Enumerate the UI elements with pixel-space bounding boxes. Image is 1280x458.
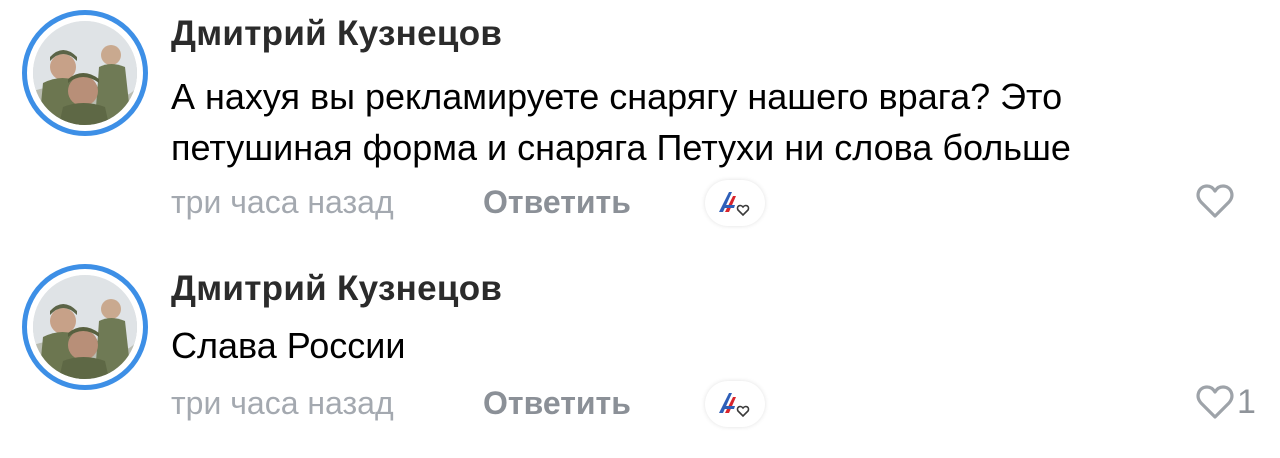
- comment-text: А нахуя вы рекламируете снарягу нашего в…: [171, 71, 1071, 173]
- avatar[interactable]: [22, 10, 148, 136]
- reaction-picker-icon: [719, 393, 750, 418]
- avatar[interactable]: [22, 264, 148, 390]
- like-button[interactable]: [1195, 183, 1235, 223]
- comment-text-line: петушиная форма и снаряга Петухи ни слов…: [171, 127, 1071, 168]
- reaction-button[interactable]: [705, 381, 765, 427]
- reaction-picker-icon: [719, 192, 750, 217]
- avatar-photo: [33, 21, 137, 125]
- reply-button[interactable]: Ответить: [483, 184, 631, 221]
- reply-button[interactable]: Ответить: [483, 385, 631, 422]
- comment: Дмитрий Кузнецов А нахуя вы рекламируете…: [0, 0, 1280, 226]
- reaction-button[interactable]: [705, 180, 765, 226]
- comment-text-line: А нахуя вы рекламируете снарягу нашего в…: [171, 76, 1063, 117]
- comment-text: Слава России: [171, 320, 405, 371]
- comment-text-line: Слава России: [171, 325, 406, 366]
- comment-author[interactable]: Дмитрий Кузнецов: [171, 14, 502, 54]
- like-button[interactable]: 1: [1195, 383, 1256, 424]
- avatar-photo: [33, 275, 137, 379]
- comment-timestamp: три часа назад: [171, 385, 394, 421]
- heart-outline-icon: [1196, 184, 1234, 218]
- comment: Дмитрий Кузнецов Слава России три часа н…: [0, 258, 1280, 458]
- like-count: 1: [1237, 383, 1256, 421]
- heart-outline-icon: [1196, 385, 1234, 419]
- comment-timestamp: три часа назад: [171, 184, 394, 220]
- comment-author[interactable]: Дмитрий Кузнецов: [171, 269, 502, 309]
